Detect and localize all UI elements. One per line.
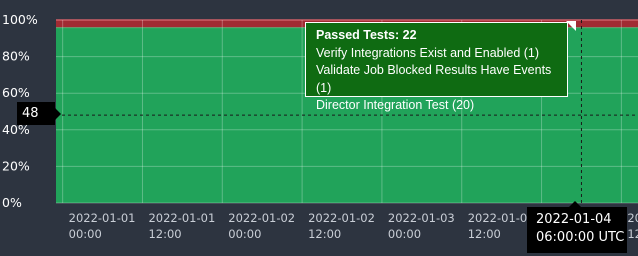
- cursor-x-label: 2022-01-04 06:00:00 UTC: [527, 201, 627, 253]
- tooltip: Passed Tests: 22 Verify Integrations Exi…: [305, 22, 568, 112]
- cursor-x-time: 06:00:00 UTC: [536, 230, 625, 245]
- cursor-x-date: 2022-01-04: [536, 212, 612, 227]
- y-tick-label: 20%: [2, 158, 30, 173]
- x-tick-label: 2022-01-01: [69, 211, 136, 225]
- x-tick-label: 00:00: [228, 227, 261, 241]
- x-tick-label: 00:00: [69, 227, 102, 241]
- tooltip-title: Passed Tests: 22: [316, 28, 417, 42]
- y-tick-label: 80%: [2, 49, 30, 64]
- chart: 0% 20% 40% 60% 80% 100% 2022-01-01 00:00 2022-01…: [0, 0, 638, 256]
- y-tick-label: 0%: [2, 195, 22, 210]
- tooltip-line: Verify Integrations Exist and Enabled (1…: [316, 45, 540, 60]
- x-tick-label: 12:00: [308, 227, 341, 241]
- tooltip-line: Validate Job Blocked Results Have Events…: [316, 63, 552, 95]
- x-tick-label: 12:00: [627, 227, 638, 241]
- x-tick-label: 2022-01-03: [468, 211, 535, 225]
- x-tick-label: 2022-01-02: [228, 211, 295, 225]
- y-tick-label: 60%: [2, 85, 30, 100]
- y-tick-label: 100%: [2, 12, 38, 27]
- tooltip-caret: [566, 21, 576, 31]
- tooltip-line: Director Integration Test (20): [316, 98, 475, 112]
- x-tick-label: 2022-01-02: [308, 211, 375, 225]
- x-tick-label: 00:00: [388, 227, 421, 241]
- x-tick-label: 2022-01-01: [148, 211, 215, 225]
- x-tick-label: 12:00: [468, 227, 501, 241]
- x-tick-label: 2022-01-03: [388, 211, 455, 225]
- x-tick-label: 2022-01-04: [627, 211, 638, 225]
- x-tick-label: 12:00: [148, 227, 181, 241]
- cursor-y-label: 48: [17, 102, 61, 125]
